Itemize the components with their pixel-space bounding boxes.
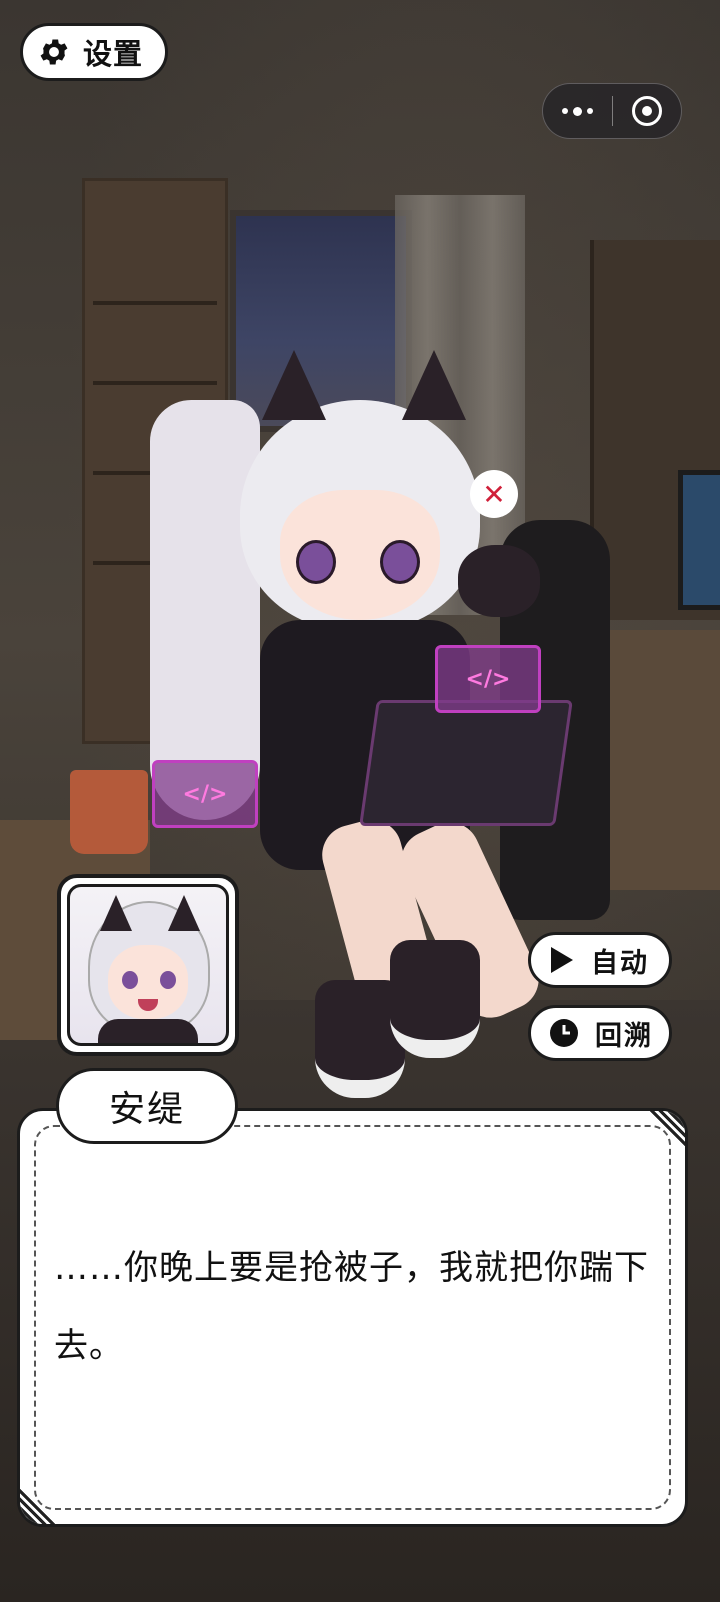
speaker-name: 安缇 bbox=[108, 1089, 185, 1130]
character-shoe-right bbox=[390, 940, 480, 1058]
play-icon bbox=[551, 947, 573, 973]
backlog-label: 回溯 bbox=[595, 1020, 653, 1052]
speaker-avatar bbox=[67, 884, 229, 1046]
settings-label: 设置 bbox=[83, 37, 144, 71]
speaker-avatar-frame bbox=[57, 874, 239, 1056]
holo-code-panel-right: </> bbox=[435, 645, 541, 713]
speaker-nameplate: 安缇 bbox=[56, 1068, 238, 1144]
noodle-cup bbox=[70, 770, 148, 854]
monitor bbox=[678, 470, 720, 610]
anger-emote-icon: ✕ bbox=[470, 470, 518, 518]
more-dots-icon-center bbox=[573, 106, 582, 116]
holo-code-panel-left: </> bbox=[152, 760, 258, 828]
dialog-box[interactable]: ……你晚上要是抢被子，我就把你踹下去。 bbox=[17, 1108, 688, 1527]
mini-program-capsule bbox=[542, 83, 682, 139]
more-dots-icon-right bbox=[587, 108, 593, 114]
avatar-cat-ear-right bbox=[168, 895, 200, 931]
avatar-body bbox=[98, 1019, 198, 1043]
backlog-button[interactable]: 回溯 bbox=[528, 1005, 672, 1061]
cat-ear-left bbox=[262, 350, 326, 420]
laptop bbox=[359, 700, 573, 826]
cat-ear-right bbox=[402, 350, 466, 420]
avatar-eye-right bbox=[160, 971, 176, 989]
target-circle-icon bbox=[631, 96, 662, 126]
clock-icon bbox=[550, 1019, 578, 1047]
auto-play-label: 自动 bbox=[591, 947, 649, 979]
settings-button[interactable]: 设置 bbox=[20, 23, 168, 81]
character-ponytail bbox=[150, 400, 260, 820]
character-eye-right bbox=[380, 540, 420, 584]
black-cat-plush bbox=[458, 545, 540, 617]
dialog-text: ……你晚上要是抢被子，我就把你踹下去。 bbox=[54, 1248, 649, 1366]
auto-play-button[interactable]: 自动 bbox=[528, 932, 672, 988]
avatar-cat-ear-left bbox=[100, 895, 132, 931]
avatar-eye-left bbox=[122, 971, 138, 989]
gear-icon bbox=[40, 39, 68, 65]
more-dots-icon bbox=[562, 108, 568, 114]
more-dots-button[interactable] bbox=[543, 83, 612, 139]
character-eye-left bbox=[296, 540, 336, 584]
close-capsule-button[interactable] bbox=[613, 83, 681, 139]
